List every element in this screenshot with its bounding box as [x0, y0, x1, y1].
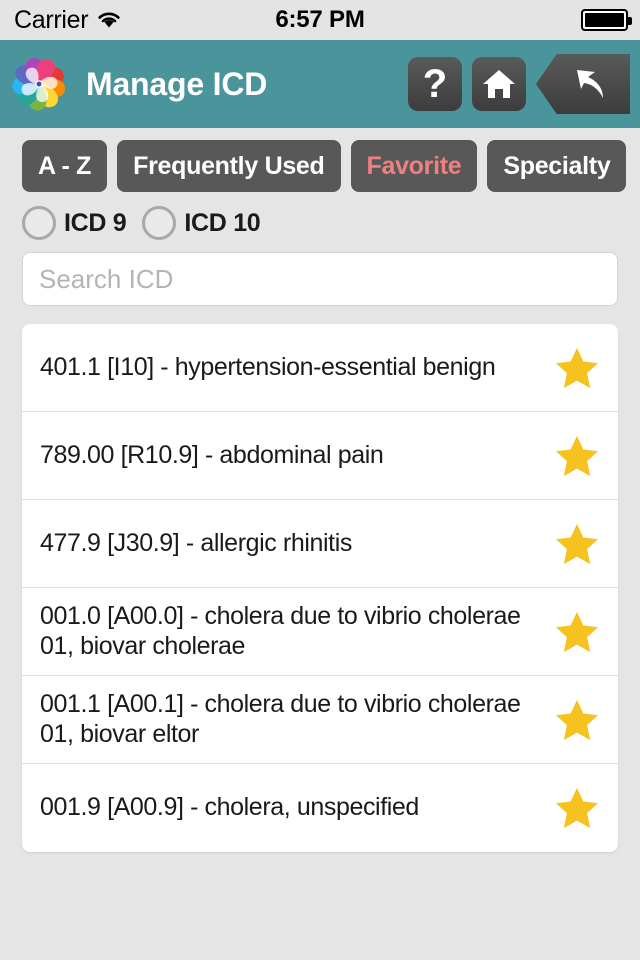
page-title: Manage ICD: [86, 65, 268, 102]
search-section: [0, 240, 640, 306]
star-filled-icon[interactable]: [554, 521, 600, 567]
icd-row-label: 001.0 [A00.0] - cholera due to vibrio ch…: [40, 602, 521, 660]
star-filled-icon[interactable]: [554, 785, 600, 831]
question-mark-icon: ?: [422, 62, 448, 106]
radio-icd9[interactable]: ICD 9: [22, 206, 127, 240]
star-filled-icon[interactable]: [554, 345, 600, 391]
status-bar: Carrier 6:57 PM: [0, 0, 640, 40]
battery-fill: [585, 13, 624, 27]
icd-version-radios: ICD 9 ICD 10: [0, 192, 640, 240]
star-filled-icon[interactable]: [554, 697, 600, 743]
table-row[interactable]: 477.9 [J30.9] - allergic rhinitis: [22, 500, 618, 588]
filter-tabs: A - Z Frequently Used Favorite Specialty: [0, 128, 640, 192]
help-button[interactable]: ?: [408, 57, 462, 111]
icd-row-label: 789.00 [R10.9] - abdominal pain: [40, 440, 384, 469]
radio-icd10-label: ICD 10: [184, 208, 261, 237]
table-row[interactable]: 001.9 [A00.9] - cholera, unspecified: [22, 764, 618, 852]
battery-full-icon: [581, 9, 632, 31]
header-actions: ?: [408, 40, 630, 128]
table-row[interactable]: 789.00 [R10.9] - abdominal pain: [22, 412, 618, 500]
icd-row-label: 001.1 [A00.1] - cholera due to vibrio ch…: [40, 690, 521, 748]
star-filled-icon[interactable]: [554, 609, 600, 655]
tab-specialty[interactable]: Specialty: [487, 140, 627, 192]
back-button[interactable]: [536, 54, 630, 114]
tab-favorite[interactable]: Favorite: [350, 140, 478, 192]
home-button[interactable]: [472, 57, 526, 111]
app-header: Manage ICD ?: [0, 40, 640, 128]
radio-circle-icon[interactable]: [22, 206, 56, 240]
star-filled-icon[interactable]: [554, 433, 600, 479]
radio-icd10[interactable]: ICD 10: [142, 206, 261, 240]
back-arrow-icon: [577, 70, 603, 98]
tab-a-z[interactable]: A - Z: [22, 140, 108, 192]
pinwheel-logo-icon: [12, 58, 66, 111]
icd-row-label: 401.1 [I10] - hypertension-essential ben…: [40, 352, 496, 381]
table-row[interactable]: 401.1 [I10] - hypertension-essential ben…: [22, 324, 618, 412]
icd-row-label: 477.9 [J30.9] - allergic rhinitis: [40, 528, 352, 557]
radio-circle-icon[interactable]: [142, 206, 177, 240]
radio-icd9-label: ICD 9: [64, 208, 127, 237]
clock-label: 6:57 PM: [275, 6, 365, 33]
app-screen: Carrier 6:57 PM Manage ICD ? A - Z Frequ…: [0, 0, 640, 960]
tab-frequently-used[interactable]: Frequently Used: [117, 140, 341, 192]
table-row[interactable]: 001.0 [A00.0] - cholera due to vibrio ch…: [22, 588, 618, 676]
search-input[interactable]: [22, 252, 618, 306]
status-bar-right: [581, 0, 632, 40]
icd-list: 401.1 [I10] - hypertension-essential ben…: [22, 324, 618, 852]
icd-row-label: 001.9 [A00.9] - cholera, unspecified: [40, 793, 419, 822]
table-row[interactable]: 001.1 [A00.1] - cholera due to vibrio ch…: [22, 676, 618, 764]
home-icon: [483, 70, 515, 98]
